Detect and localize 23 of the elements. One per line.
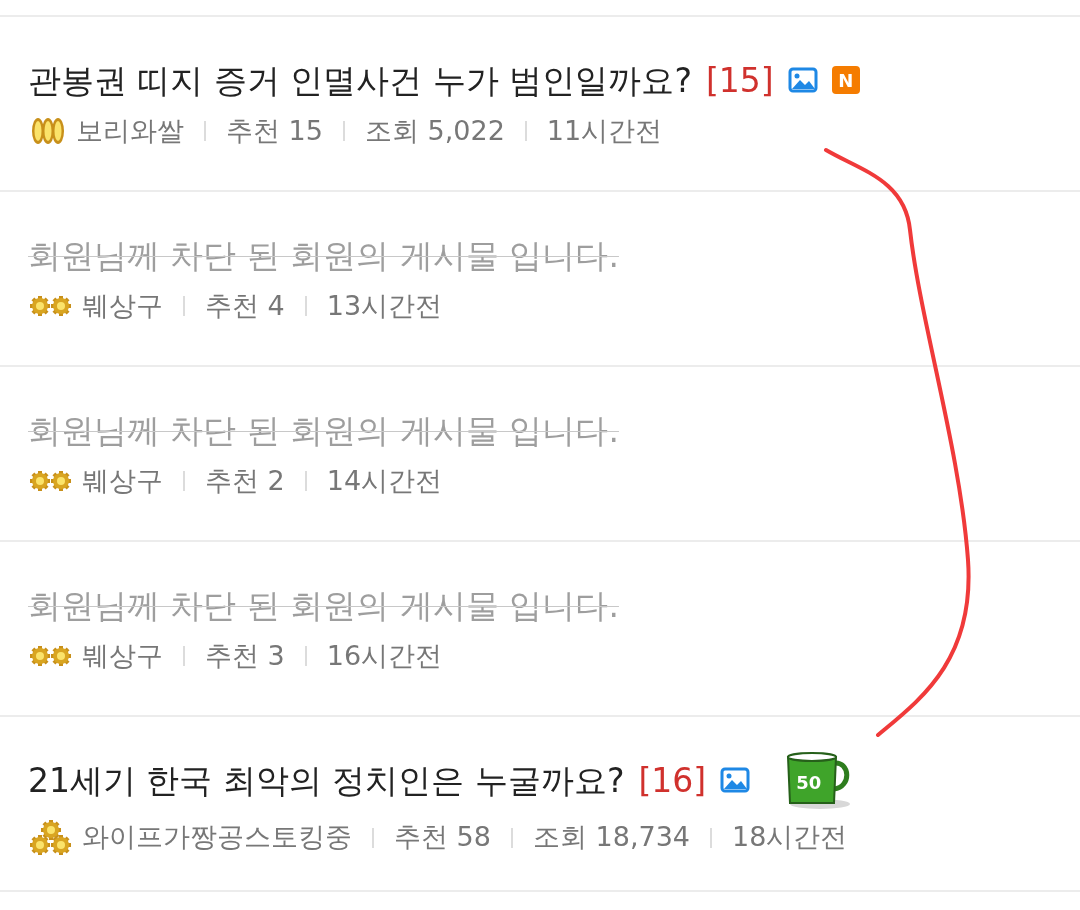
post-meta: 조회 18,734 bbox=[532, 820, 690, 855]
comment-count: [16] bbox=[638, 759, 707, 802]
author-name[interactable]: 붸상구 bbox=[82, 636, 163, 677]
author-name[interactable]: 와이프가짱공스토킹중 bbox=[82, 817, 352, 858]
new-badge: N bbox=[831, 66, 860, 95]
post-title[interactable]: 21세기 한국 최악의 정치인은 누굴까요? bbox=[28, 755, 625, 805]
post-title[interactable]: 관봉권 띠지 증거 인멸사건 누가 범인일까요? bbox=[28, 55, 692, 105]
author-name[interactable]: 붸상구 bbox=[82, 461, 163, 502]
post-meta: 18시간전 bbox=[732, 820, 848, 855]
post-meta: 16시간전 bbox=[326, 639, 443, 673]
post-meta: 11시간전 bbox=[546, 114, 663, 148]
post-meta: 추천 15 bbox=[226, 114, 323, 148]
gear-icon bbox=[28, 817, 74, 858]
author-name[interactable]: 붸상구 bbox=[82, 286, 163, 327]
post-meta: 추천 2 bbox=[205, 464, 285, 498]
author-name[interactable]: 보리와쌀 bbox=[76, 111, 184, 152]
post-meta: 추천 4 bbox=[205, 289, 285, 323]
post-meta: 추천 58 bbox=[394, 820, 491, 855]
post-meta: 13시간전 bbox=[326, 289, 443, 323]
comment-count: [15] bbox=[705, 59, 774, 102]
post-meta: 14시간전 bbox=[326, 464, 443, 498]
post-meta: 추천 3 bbox=[205, 639, 285, 673]
post-meta: 조회 5,022 bbox=[364, 114, 505, 148]
